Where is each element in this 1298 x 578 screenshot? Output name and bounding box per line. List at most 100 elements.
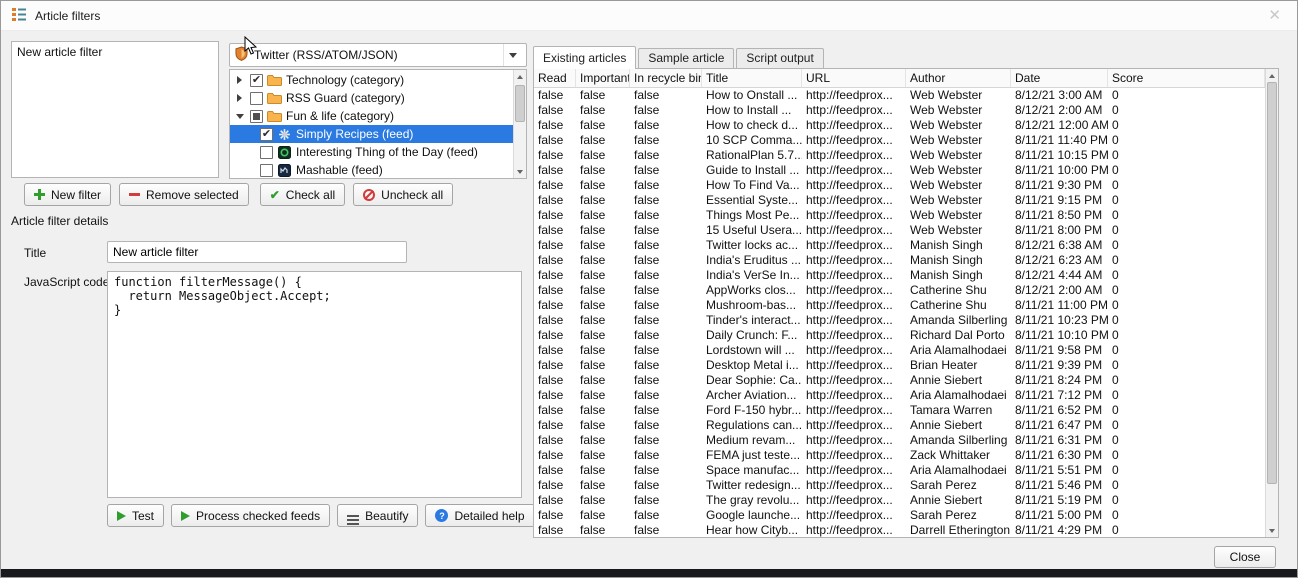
table-row[interactable]: false false false 15 Useful Usera... htt… <box>534 223 1265 238</box>
table-row[interactable]: false false false How to Install ... htt… <box>534 103 1265 118</box>
new-filter-button[interactable]: New filter <box>24 183 111 206</box>
table-row[interactable]: false false false Lordstown will ... htt… <box>534 343 1265 358</box>
tab-sample-article[interactable]: Sample article <box>638 48 734 68</box>
shield-icon <box>235 46 248 64</box>
table-scrollbar[interactable] <box>1265 69 1278 537</box>
close-button[interactable]: Close <box>1214 546 1276 568</box>
checkbox-checked[interactable] <box>250 74 263 87</box>
filter-list-item[interactable]: New article filter <box>12 42 218 62</box>
cell-url: http://feedprox... <box>802 298 906 313</box>
cell-important: false <box>576 88 630 103</box>
table-row[interactable]: false false false Essential Syste... htt… <box>534 193 1265 208</box>
column-header-recycle-bin[interactable]: In recycle bin <box>630 69 702 87</box>
table-row[interactable]: false false false Daily Crunch: F... htt… <box>534 328 1265 343</box>
checkbox-unchecked[interactable] <box>250 92 263 105</box>
cell-score: 0 <box>1108 103 1265 118</box>
column-header-important[interactable]: Important <box>576 69 630 87</box>
tree-item-interesting-thing[interactable]: Interesting Thing of the Day (feed) <box>230 143 513 161</box>
folder-icon <box>267 110 282 122</box>
table-row[interactable]: false false false Tinder's interact... h… <box>534 313 1265 328</box>
scroll-down-icon[interactable] <box>514 165 526 178</box>
cell-title: Lordstown will ... <box>702 343 802 358</box>
scroll-up-icon[interactable] <box>514 70 526 83</box>
cell-score: 0 <box>1108 433 1265 448</box>
uncheck-all-button[interactable]: Uncheck all <box>353 183 453 206</box>
cell-important: false <box>576 523 630 537</box>
account-combobox[interactable]: Twitter (RSS/ATOM/JSON) <box>229 43 527 67</box>
cell-date: 8/11/21 7:12 PM <box>1011 388 1108 403</box>
title-input[interactable] <box>107 241 407 263</box>
table-row[interactable]: false false false Things Most Pe... http… <box>534 208 1265 223</box>
table-row[interactable]: false false false Twitter locks ac... ht… <box>534 238 1265 253</box>
table-row[interactable]: false false false Space manufac... http:… <box>534 463 1265 478</box>
check-all-button[interactable]: Check all <box>260 183 345 206</box>
scroll-down-icon[interactable] <box>1266 524 1278 537</box>
table-row[interactable]: false false false Archer Aviation... htt… <box>534 388 1265 403</box>
close-icon[interactable]: ✕ <box>1262 6 1287 25</box>
cell-score: 0 <box>1108 373 1265 388</box>
tree-item-technology[interactable]: Technology (category) <box>230 71 513 89</box>
tab-script-output[interactable]: Script output <box>736 48 823 68</box>
table-row[interactable]: false false false AppWorks clos... http:… <box>534 283 1265 298</box>
expander-collapsed-icon[interactable] <box>233 94 246 102</box>
tree-item-fun-and-life[interactable]: Fun & life (category) <box>230 107 513 125</box>
table-row[interactable]: false false false India's VerSe In... ht… <box>534 268 1265 283</box>
detailed-help-button[interactable]: Detailed help <box>425 504 534 527</box>
table-row[interactable]: false false false Hear how Cityb... http… <box>534 523 1265 537</box>
tree-item-simply-recipes[interactable]: Simply Recipes (feed) <box>230 125 513 143</box>
column-header-title[interactable]: Title <box>702 69 802 87</box>
cell-date: 8/11/21 5:46 PM <box>1011 478 1108 493</box>
table-row[interactable]: false false false Twitter redesign... ht… <box>534 478 1265 493</box>
column-header-read[interactable]: Read <box>534 69 576 87</box>
cell-important: false <box>576 103 630 118</box>
table-row[interactable]: false false false Dear Sophie: Ca... htt… <box>534 373 1265 388</box>
table-row[interactable]: false false false How To Find Va... http… <box>534 178 1265 193</box>
scrollbar-thumb[interactable] <box>1267 82 1277 484</box>
table-row[interactable]: false false false RationalPlan 5.7... ht… <box>534 148 1265 163</box>
checkbox-checked[interactable] <box>260 128 273 141</box>
column-header-score[interactable]: Score <box>1108 69 1265 87</box>
tab-existing-articles[interactable]: Existing articles <box>533 46 636 69</box>
table-row[interactable]: false false false Medium revam... http:/… <box>534 433 1265 448</box>
column-header-url[interactable]: URL <box>802 69 906 87</box>
javascript-code-editor[interactable]: function filterMessage() { return Messag… <box>107 271 522 498</box>
expander-expanded-icon[interactable] <box>233 114 246 119</box>
cell-important: false <box>576 343 630 358</box>
table-row[interactable]: false false false 10 SCP Comma... http:/… <box>534 133 1265 148</box>
table-row[interactable]: false false false How to Onstall ... htt… <box>534 88 1265 103</box>
folder-icon <box>267 74 282 86</box>
table-row[interactable]: false false false The gray revolu... htt… <box>534 493 1265 508</box>
tree-item-mashable[interactable]: Mashable (feed) <box>230 161 513 178</box>
test-button[interactable]: Test <box>107 504 164 527</box>
cell-author: Manish Singh <box>906 238 1011 253</box>
table-row[interactable]: false false false Guide to Install ... h… <box>534 163 1265 178</box>
table-row[interactable]: false false false Google launche... http… <box>534 508 1265 523</box>
cell-date: 8/11/21 11:40 PM <box>1011 133 1108 148</box>
tree-item-rss-guard[interactable]: RSS Guard (category) <box>230 89 513 107</box>
expander-collapsed-icon[interactable] <box>233 76 246 84</box>
cell-author: Web Webster <box>906 193 1011 208</box>
cell-recycle-bin: false <box>630 103 702 118</box>
table-row[interactable]: false false false FEMA just teste... htt… <box>534 448 1265 463</box>
table-row[interactable]: false false false India's Eruditus ... h… <box>534 253 1265 268</box>
remove-selected-button[interactable]: Remove selected <box>119 183 249 206</box>
table-row[interactable]: false false false Regulations can... htt… <box>534 418 1265 433</box>
column-header-author[interactable]: Author <box>906 69 1011 87</box>
table-row[interactable]: false false false Ford F-150 hybr... htt… <box>534 403 1265 418</box>
checkbox-unchecked[interactable] <box>260 164 273 177</box>
taskbar-strip <box>1 569 1297 577</box>
cell-read: false <box>534 523 576 537</box>
process-checked-feeds-button[interactable]: Process checked feeds <box>171 504 330 527</box>
cell-title: Hear how Cityb... <box>702 523 802 537</box>
checkbox-partial[interactable] <box>250 110 263 123</box>
table-row[interactable]: false false false How to check d... http… <box>534 118 1265 133</box>
scroll-up-icon[interactable] <box>1266 69 1278 82</box>
tree-scrollbar[interactable] <box>513 70 526 178</box>
column-header-date[interactable]: Date <box>1011 69 1108 87</box>
scrollbar-thumb[interactable] <box>515 85 525 123</box>
table-row[interactable]: false false false Mushroom-bas... http:/… <box>534 298 1265 313</box>
cell-read: false <box>534 373 576 388</box>
checkbox-unchecked[interactable] <box>260 146 273 159</box>
beautify-button[interactable]: Beautify <box>337 504 418 527</box>
table-row[interactable]: false false false Desktop Metal i... htt… <box>534 358 1265 373</box>
